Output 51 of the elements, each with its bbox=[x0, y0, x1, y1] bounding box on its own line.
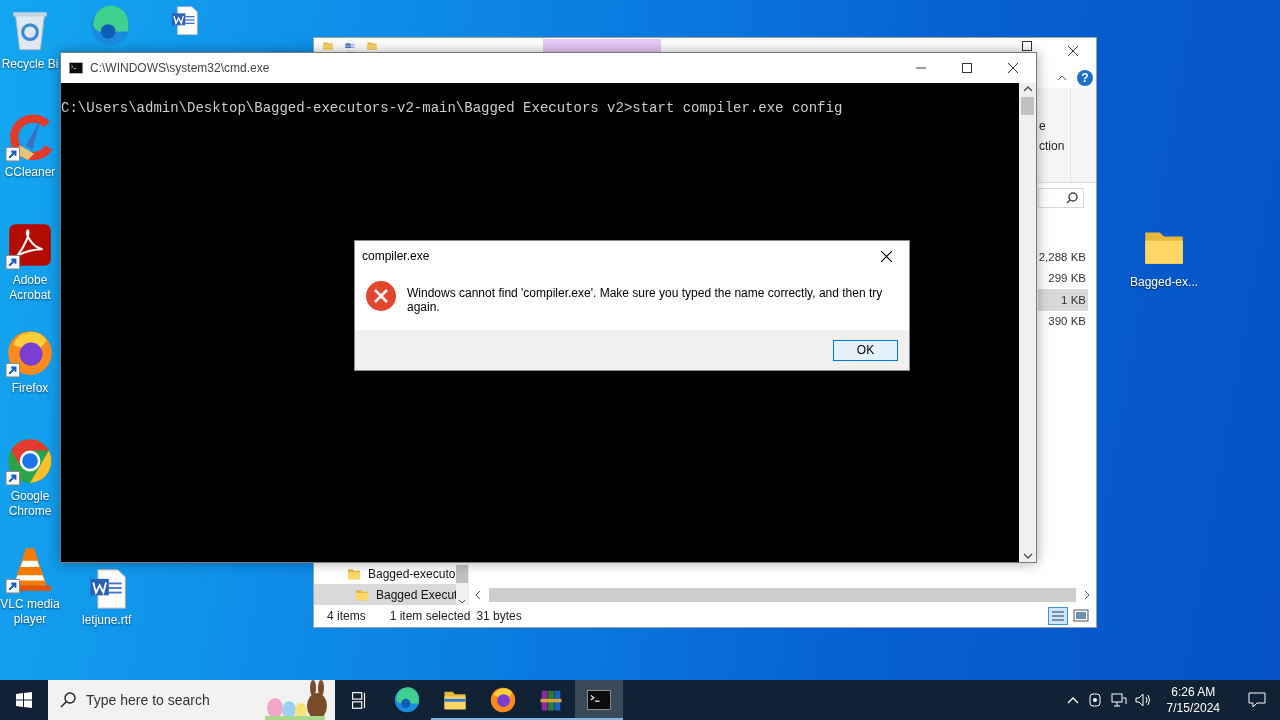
fox-logo-icon bbox=[5, 328, 55, 378]
terminal-icon bbox=[68, 60, 84, 76]
scrollbar-thumb[interactable] bbox=[1021, 97, 1034, 115]
windows-logo-icon bbox=[16, 692, 32, 708]
ok-button[interactable]: OK bbox=[833, 339, 898, 361]
scrollbar[interactable] bbox=[456, 565, 468, 605]
file-size[interactable]: 390 KB bbox=[1038, 310, 1088, 332]
nav-item[interactable]: Bagged-executo bbox=[314, 563, 456, 584]
file-size[interactable]: 1 KB bbox=[1038, 289, 1088, 311]
close-icon[interactable] bbox=[1068, 46, 1078, 56]
error-icon bbox=[365, 280, 397, 312]
broom-logo-icon bbox=[5, 112, 55, 162]
chevron-up-icon[interactable] bbox=[1057, 74, 1067, 81]
details-view-icon[interactable] bbox=[1048, 607, 1068, 625]
scrollbar-thumb[interactable] bbox=[456, 565, 468, 583]
dialog-title: compiler.exe bbox=[362, 249, 430, 263]
device-icon[interactable] bbox=[1086, 692, 1103, 708]
help-button[interactable]: ? bbox=[1077, 69, 1093, 86]
window-title: C:\WINDOWS\system32\cmd.exe bbox=[90, 61, 270, 75]
desktop-shortcut[interactable]: Bagged-ex... bbox=[1130, 222, 1199, 290]
error-message: Windows cannot find 'compiler.exe'. Make sure you typed the name correctly, and then try again. bbox=[407, 285, 884, 314]
file-size[interactable]: 2,288 KB bbox=[1038, 246, 1088, 268]
document-icon[interactable] bbox=[344, 40, 356, 52]
search-field[interactable] bbox=[1038, 188, 1084, 208]
chevron-down-icon[interactable] bbox=[458, 599, 466, 605]
search-icon bbox=[60, 692, 76, 708]
chevron-down-icon[interactable] bbox=[1022, 550, 1033, 562]
maximize-icon[interactable] bbox=[1022, 41, 1032, 51]
close-icon[interactable] bbox=[880, 250, 892, 262]
scrollbar-thumb[interactable] bbox=[489, 588, 1076, 602]
status-text: 1 item selected bbox=[389, 609, 471, 623]
swirl-logo-icon bbox=[393, 686, 421, 714]
ribbon-label[interactable]: ction bbox=[1039, 139, 1070, 153]
speaker-icon[interactable] bbox=[1134, 692, 1153, 708]
status-text: 4 items bbox=[327, 609, 366, 623]
ribbon-label[interactable]: e bbox=[1039, 119, 1070, 133]
clock[interactable]: 6:26 AM 7/15/2024 bbox=[1160, 684, 1226, 716]
network-icon[interactable] bbox=[1110, 692, 1127, 708]
fox-logo-icon bbox=[489, 686, 517, 714]
scrollbar[interactable] bbox=[1019, 83, 1036, 562]
status-text: 31 bytes bbox=[476, 609, 522, 623]
notification-icon[interactable] bbox=[1248, 692, 1266, 708]
file-size[interactable]: 299 KB bbox=[1038, 267, 1088, 289]
swirl-logo-icon[interactable] bbox=[88, 4, 132, 48]
search-icon bbox=[1066, 192, 1078, 204]
circle-logo-icon bbox=[5, 436, 55, 486]
maximize-icon[interactable] bbox=[962, 63, 972, 73]
close-icon[interactable] bbox=[1008, 63, 1018, 73]
taskbar-app[interactable] bbox=[575, 680, 623, 720]
thumbnail-view-icon[interactable] bbox=[1072, 607, 1090, 625]
console-line: C:\Users\admin\Desktop\Bagged-executors-v2-main\Bagged Executors v2>start compiler.exe config bbox=[61, 100, 844, 116]
